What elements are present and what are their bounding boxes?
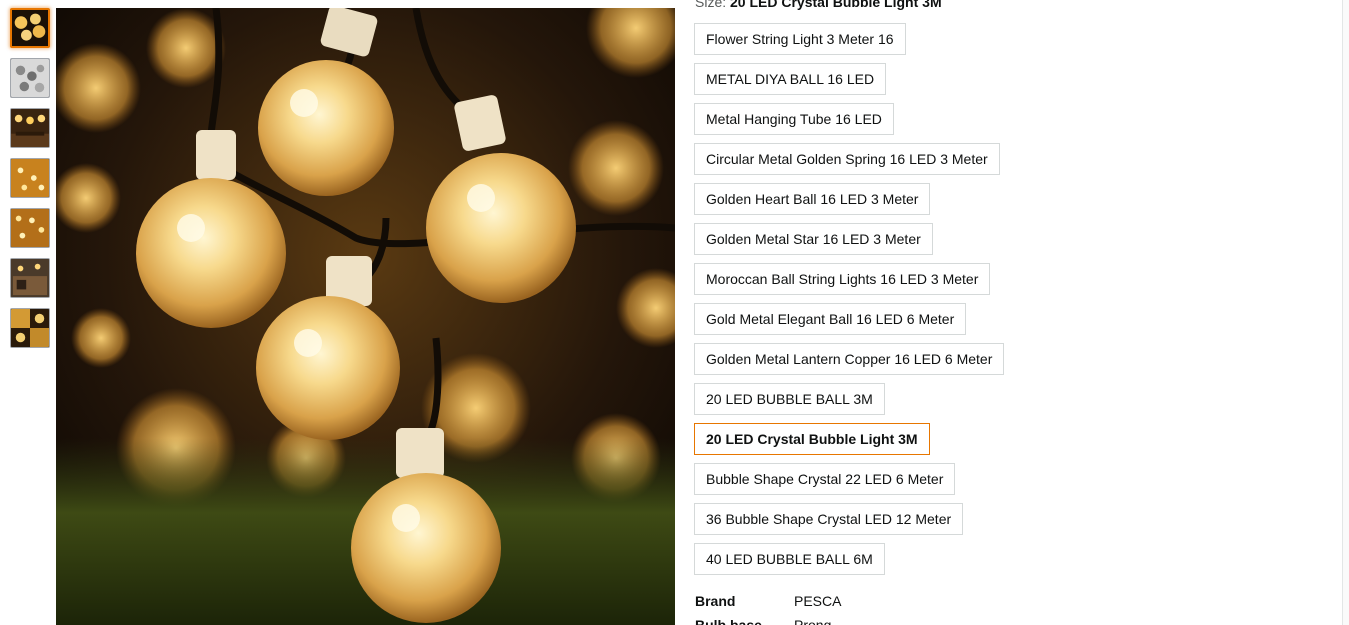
size-option[interactable]: Flower String Light 3 Meter 16 bbox=[694, 23, 906, 55]
size-option[interactable]: Bubble Shape Crystal 22 LED 6 Meter bbox=[694, 463, 956, 495]
thumbnail-image bbox=[11, 259, 49, 297]
size-option[interactable]: Moroccan Ball String Lights 16 LED 3 Met… bbox=[694, 263, 991, 295]
spec-key: Bulb base bbox=[695, 617, 762, 625]
size-selected-value: 20 LED Crystal Bubble Light 3M bbox=[730, 0, 942, 10]
size-prefix: Size: bbox=[695, 0, 731, 10]
thumbnail-image bbox=[11, 209, 49, 247]
spec-key: Brand bbox=[695, 593, 736, 609]
size-option[interactable]: 36 Bubble Shape Crystal LED 12 Meter bbox=[694, 503, 964, 535]
size-selected-label: Size: 20 LED Crystal Bubble Light 3M bbox=[695, 0, 942, 10]
thumbnail-5[interactable] bbox=[10, 208, 50, 248]
spec-row: Bulb base Prong bbox=[695, 613, 841, 625]
thumbnail-image bbox=[11, 309, 49, 347]
thumbnail-6[interactable] bbox=[10, 258, 50, 298]
thumbnail-7[interactable] bbox=[10, 308, 50, 348]
bubble-lights-photo bbox=[56, 8, 675, 625]
spec-row: Brand PESCA bbox=[695, 589, 841, 613]
size-option[interactable]: Gold Metal Elegant Ball 16 LED 6 Meter bbox=[694, 303, 967, 335]
size-option[interactable]: Circular Metal Golden Spring 16 LED 3 Me… bbox=[694, 143, 1000, 175]
size-option[interactable]: METAL DIYA BALL 16 LED bbox=[694, 63, 887, 95]
size-option[interactable]: Golden Metal Star 16 LED 3 Meter bbox=[694, 223, 933, 255]
spec-value: Prong bbox=[794, 617, 832, 625]
size-option[interactable]: Golden Heart Ball 16 LED 3 Meter bbox=[694, 183, 931, 215]
thumbnail-image bbox=[11, 159, 49, 197]
product-page: Size: 20 LED Crystal Bubble Light 3M Flo… bbox=[0, 0, 1349, 625]
size-option[interactable]: Golden Metal Lantern Copper 16 LED 6 Met… bbox=[694, 343, 1005, 375]
thumbnail-image bbox=[11, 59, 49, 97]
size-options-list: Flower String Light 3 Meter 16 METAL DIYA… bbox=[694, 23, 1005, 583]
size-option[interactable]: 20 LED BUBBLE BALL 3M bbox=[694, 383, 885, 415]
thumbnail-4[interactable] bbox=[10, 158, 50, 198]
thumbnail-1[interactable] bbox=[10, 8, 50, 48]
thumbnail-image bbox=[11, 109, 49, 147]
size-option-selected[interactable]: 20 LED Crystal Bubble Light 3M bbox=[694, 423, 930, 455]
scrollbar[interactable] bbox=[1342, 0, 1349, 625]
thumbnail-2[interactable] bbox=[10, 58, 50, 98]
main-product-image[interactable] bbox=[56, 8, 675, 625]
size-option[interactable]: Metal Hanging Tube 16 LED bbox=[694, 103, 894, 135]
thumbnail-strip bbox=[10, 8, 52, 358]
spec-value: PESCA bbox=[794, 593, 842, 609]
size-option[interactable]: 40 LED BUBBLE BALL 6M bbox=[694, 543, 885, 575]
thumbnail-image bbox=[12, 10, 48, 46]
thumbnail-3[interactable] bbox=[10, 108, 50, 148]
product-specs: Brand PESCA Bulb base Prong bbox=[695, 589, 841, 625]
